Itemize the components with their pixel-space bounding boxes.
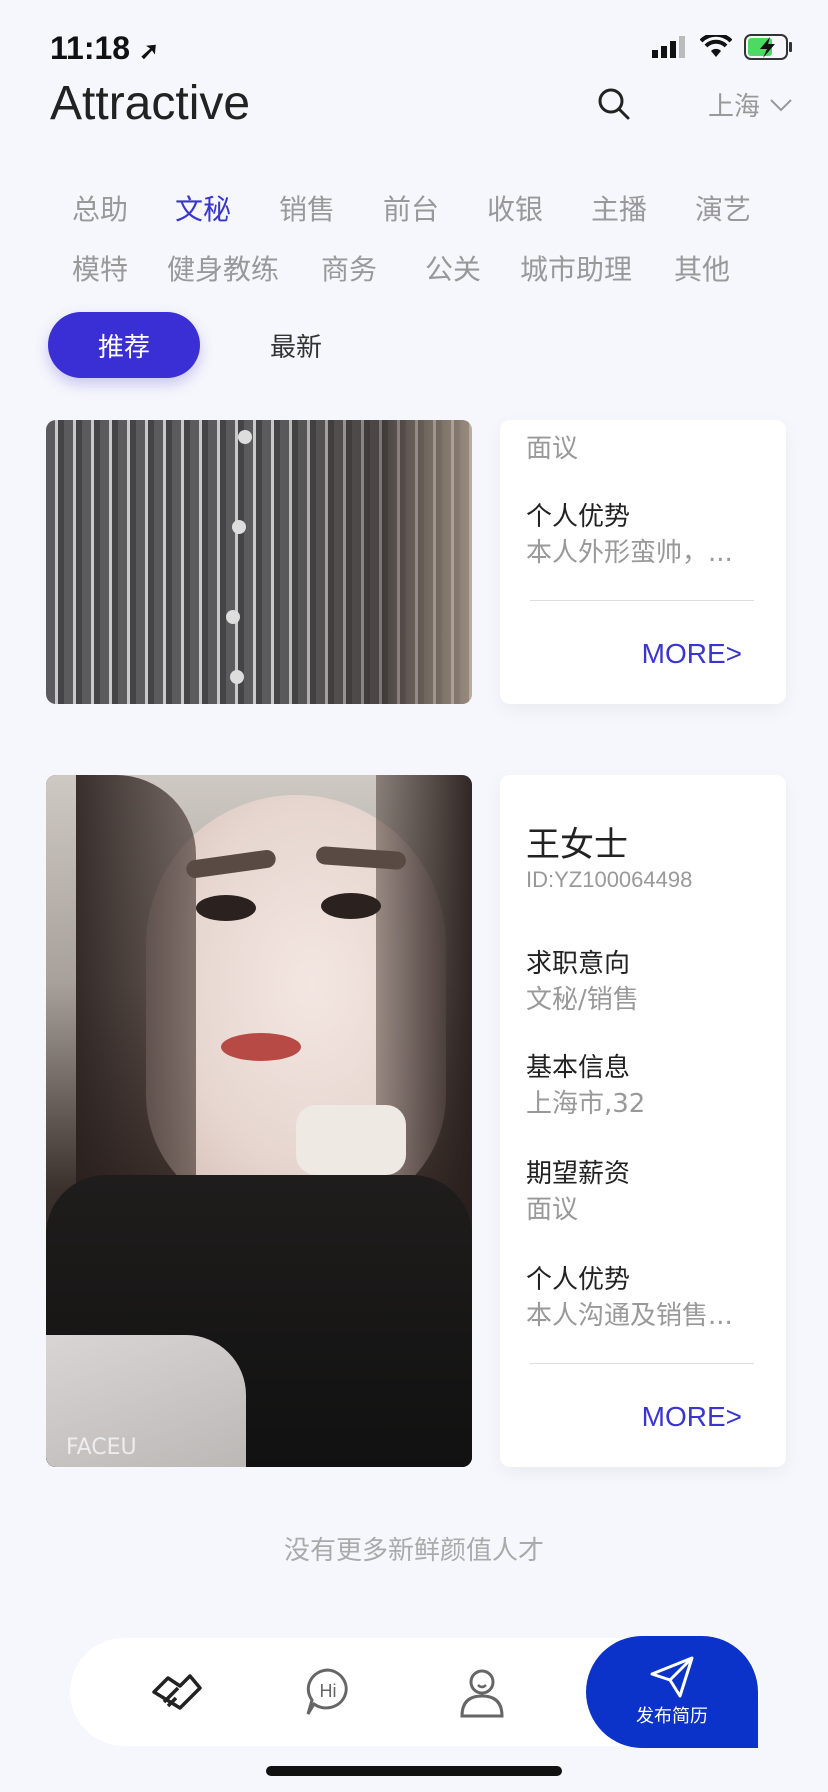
eye [321, 893, 381, 919]
status-icons [652, 34, 794, 60]
category-模特[interactable]: 模特 [72, 248, 128, 288]
paper-plane-icon [650, 1656, 694, 1698]
category-其他[interactable]: 其他 [674, 248, 730, 288]
basic-info-label: 基本信息 [526, 1053, 631, 1083]
photo-watermark: FACEU [66, 1435, 137, 1460]
shirt-button [230, 670, 244, 684]
job-intent-label: 求职意向 [526, 949, 631, 979]
candidate-photo[interactable]: FACEU [46, 775, 472, 1467]
status-time: 11:18 ➚ [50, 30, 160, 66]
divider [530, 600, 754, 601]
white-collar [296, 1105, 406, 1175]
wifi-icon [700, 35, 732, 57]
lips [221, 1033, 301, 1061]
salary-value: 面议 [526, 434, 579, 464]
cellular-signal-icon [652, 36, 685, 58]
category-演艺[interactable]: 演艺 [695, 188, 751, 228]
app-title: Attractive [50, 77, 251, 130]
handshake-icon [152, 1674, 202, 1710]
photo-shadow [272, 420, 472, 704]
category-文秘[interactable]: 文秘 [175, 188, 231, 228]
salary-value: 面议 [526, 1195, 579, 1225]
basic-info-value: 上海市,32 [526, 1089, 646, 1119]
search-icon [598, 88, 630, 120]
category-主播[interactable]: 主播 [591, 188, 647, 228]
category-健身教练[interactable]: 健身教练 [167, 248, 279, 288]
latest-tab[interactable]: 最新 [270, 312, 322, 378]
more-link[interactable]: MORE> [642, 1401, 742, 1433]
shirt-button [238, 430, 252, 444]
search-button[interactable] [596, 86, 632, 122]
category-商务[interactable]: 商务 [321, 248, 377, 288]
job-intent-value: 文秘/销售 [526, 985, 639, 1015]
category-收银[interactable]: 收银 [487, 188, 543, 228]
category-城市助理[interactable]: 城市助理 [520, 248, 632, 288]
category-公关[interactable]: 公关 [425, 248, 481, 288]
candidate-info-card[interactable]: 王女士 ID:YZ100064498 求职意向 文秘/销售 基本信息 上海市,3… [500, 775, 786, 1467]
nav-home[interactable] [146, 1662, 206, 1722]
category-总助[interactable]: 总助 [72, 188, 128, 228]
divider [530, 1363, 754, 1364]
candidate-info-card[interactable]: 面议 个人优势 本人外形蛮帅，... MORE> [500, 420, 786, 704]
strength-label: 个人优势 [526, 1265, 631, 1295]
nav-profile[interactable] [452, 1662, 512, 1722]
user-icon [460, 1669, 504, 1718]
battery-charging-icon [744, 34, 792, 60]
location-arrow-icon: ➚ [138, 38, 160, 65]
more-link[interactable]: MORE> [642, 638, 742, 670]
publish-resume-button[interactable]: 发布简历 [586, 1636, 758, 1748]
city-label: 上海 [708, 92, 761, 122]
home-indicator[interactable] [266, 1766, 562, 1776]
category-销售[interactable]: 销售 [279, 188, 335, 228]
salary-label: 期望薪资 [526, 1159, 631, 1189]
strength-value: 本人沟通及销售... [526, 1301, 733, 1331]
shirt-button [226, 610, 240, 624]
candidate-photo[interactable] [46, 420, 472, 704]
strength-label: 个人优势 [526, 502, 631, 532]
candidate-name: 王女士 [526, 825, 628, 865]
shirt-button [232, 520, 246, 534]
city-selector[interactable]: 上海 [708, 86, 792, 123]
publish-label: 发布简历 [636, 1706, 708, 1727]
nav-messages[interactable]: Hi [298, 1662, 358, 1722]
category-前台[interactable]: 前台 [383, 188, 439, 228]
hi-chat-icon: Hi [306, 1668, 348, 1715]
candidate-id: ID:YZ100064498 [526, 867, 693, 892]
recommended-tab[interactable]: 推荐 [48, 312, 200, 378]
hi-text: Hi [320, 1681, 337, 1701]
eye [196, 895, 256, 921]
chevron-down-icon [770, 98, 792, 111]
strength-value: 本人外形蛮帅，... [526, 538, 733, 568]
no-more-note: 没有更多新鲜颜值人才 [283, 1536, 544, 1566]
